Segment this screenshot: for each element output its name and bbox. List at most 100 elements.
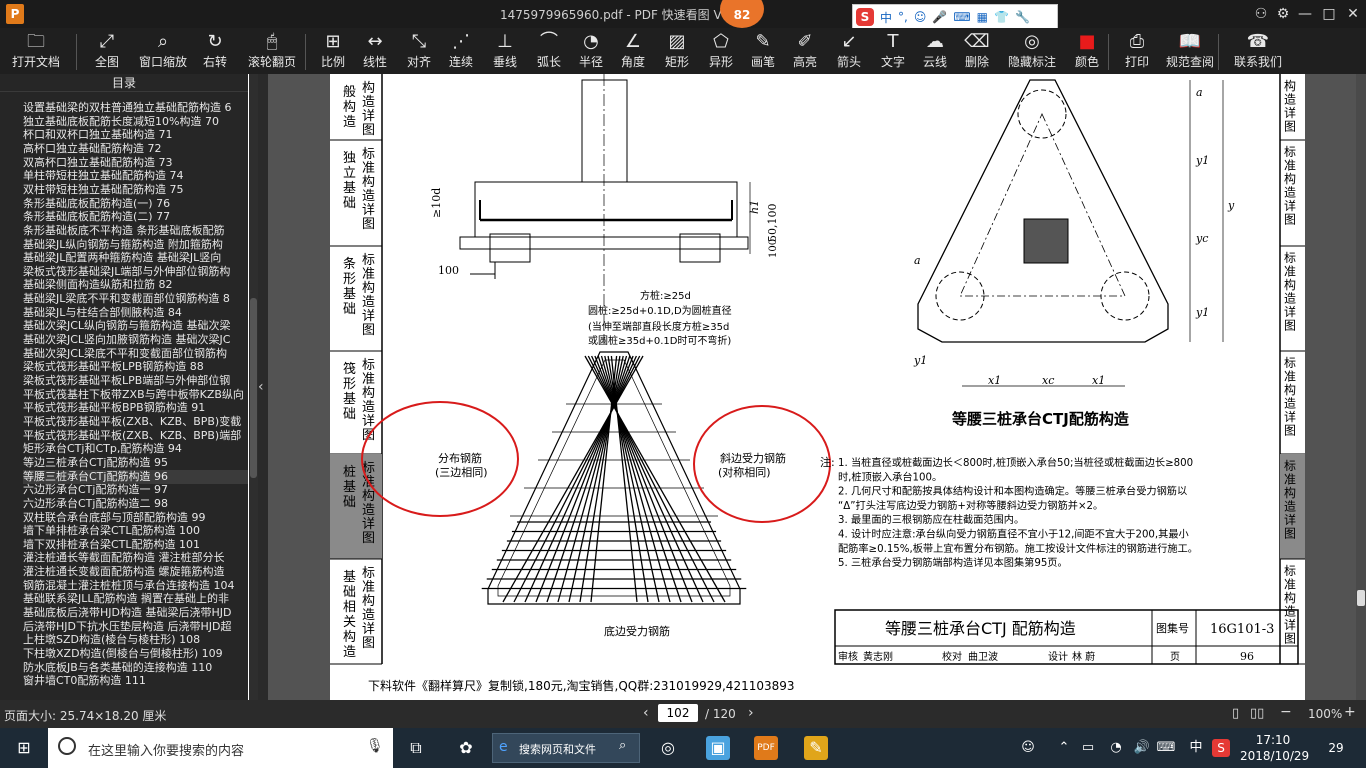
settings-icon[interactable]: ⚙ <box>1272 4 1294 24</box>
next-page-button[interactable]: › <box>748 705 754 721</box>
ime-mode[interactable]: 中 <box>880 9 892 26</box>
toc-item[interactable]: 上柱墩SZD构造(棱台与棱柱形) 108 <box>23 633 248 647</box>
toolbar-zoom-button[interactable]: ⌕ 窗口缩放 <box>136 30 190 72</box>
toc-item[interactable]: 基础联系梁JLL配筋构造 搁置在基础上的非 <box>23 592 248 606</box>
toolbar-scale-button[interactable]: ⊞ 比例 <box>318 30 348 72</box>
toc-item[interactable]: 高杯口独立基础配筋构造 72 <box>23 142 248 156</box>
toc-item[interactable]: 条形基础底板配筋构造(二) 77 <box>23 210 248 224</box>
toc-item[interactable]: 梁板式筏形基础梁JL端部与外伸部位钢筋构 <box>23 265 248 279</box>
chrome-icon[interactable]: ◎ <box>656 736 680 760</box>
close-button[interactable]: ✕ <box>1342 4 1364 24</box>
toc-item[interactable]: 双高杯口独立基础配筋构造 73 <box>23 156 248 170</box>
zoom-in-button[interactable]: + <box>1344 704 1356 720</box>
toc-item[interactable]: 墙下单排桩承台梁CTL配筋构造 100 <box>23 524 248 538</box>
zoom-out-button[interactable]: − <box>1280 704 1292 720</box>
toolbar-rectangle-button[interactable]: ▨ 矩形 <box>662 30 692 72</box>
emoji-icon[interactable]: ☺ <box>914 10 927 24</box>
collapse-sidebar-button[interactable]: ‹ <box>258 74 268 700</box>
mic-icon[interactable]: 🎤 <box>932 10 947 24</box>
keyboard-icon[interactable]: ⌨ <box>953 10 970 24</box>
notification-center-icon[interactable]: 29 <box>1324 736 1348 760</box>
toc-item[interactable]: 基础底板后浇带HJD构造 基础梁后浇带HJD <box>23 606 248 620</box>
toolbar-support-button[interactable]: ☎ 联系我们 <box>1232 30 1284 72</box>
toc-item[interactable]: 基础次梁JCL竖向加腋钢筋构造 基础次梁JC <box>23 333 248 347</box>
toc-item[interactable]: 杯口和双杯口独立基础构造 71 <box>23 128 248 142</box>
toc-item[interactable]: 下柱墩XZD构造(倒棱台与倒棱柱形) 109 <box>23 647 248 661</box>
page-scroll-thumb[interactable] <box>1357 590 1365 606</box>
battery-icon[interactable]: ▭ <box>1076 736 1100 760</box>
toc-item[interactable]: 矩形承台CTj和CTp,配筋构造 94 <box>23 442 248 456</box>
toc-item[interactable]: 基础次梁JCL梁底不平和变截面部位钢筋构 <box>23 347 248 361</box>
ime-punct[interactable]: °, <box>898 10 908 24</box>
double-page-icon[interactable]: ▯▯ <box>1250 706 1264 721</box>
toc-item[interactable]: 六边形承台CTj配筋构造二 98 <box>23 497 248 511</box>
toolbar-mouse-button[interactable]: 🖱 滚轮翻页 <box>246 30 298 72</box>
skin-icon[interactable]: 👕 <box>994 10 1009 24</box>
toolbar-arc-button[interactable]: ⌒ 弧长 <box>534 30 564 72</box>
toolbar-pen-button[interactable]: ✎ 画笔 <box>748 30 778 72</box>
toc-item[interactable]: 平板式筏形基础平板(ZXB、KZB、BPB)端部 <box>23 429 248 443</box>
toc-item[interactable]: 防水底板JB与各类基础的连接构造 110 <box>23 661 248 675</box>
toc-item[interactable]: 后浇带HJD下抗水压垫层构造 后浇带HJD超 <box>23 620 248 634</box>
toc-item[interactable]: 梁板式筏形基础平板LPB钢筋构造 88 <box>23 360 248 374</box>
toc-item[interactable]: 平板式筏形基础平板BPB钢筋构造 91 <box>23 401 248 415</box>
toolbar-align-button[interactable]: ⤡ 对齐 <box>404 30 434 72</box>
keyboard-icon[interactable]: ⌨ <box>1154 736 1178 760</box>
page-scrollbar[interactable] <box>1356 74 1366 700</box>
document-viewport[interactable]: 般构造构造详图独立基础标准构造详图条形基础标准构造详图筏形基础标准构造详图桩基础… <box>268 74 1356 700</box>
toolbar-folder-button[interactable]: 🗀 打开文档 <box>8 30 64 72</box>
toc-item[interactable]: 基础梁JL与柱结合部侧腋构造 84 <box>23 306 248 320</box>
minimize-button[interactable]: — <box>1294 4 1316 24</box>
toolbar-book-button[interactable]: 📖 规范查阅 <box>1164 30 1216 72</box>
lang-indicator[interactable]: 中 <box>1184 736 1208 760</box>
notes-app-icon[interactable]: ✎ <box>804 736 828 760</box>
notification-badge[interactable]: 82 <box>720 0 764 28</box>
toc-item[interactable]: 梁板式筏形基础平板LPB端部与外伸部位钢 <box>23 374 248 388</box>
toolbar-rotate-button[interactable]: ↻ 右转 <box>200 30 230 72</box>
toolbar-text-button[interactable]: T 文字 <box>878 30 908 72</box>
toolbar-printer-button[interactable]: ⎙ 打印 <box>1122 30 1152 72</box>
toc-item[interactable]: 条形基础底板配筋构造(一) 76 <box>23 197 248 211</box>
toc-item[interactable]: 基础梁JL配置两种箍筋构造 基础梁JL竖向 <box>23 251 248 265</box>
toolbar-radius-button[interactable]: ◔ 半径 <box>576 30 606 72</box>
toc-item[interactable]: 基础梁JL梁底不平和变截面部位钢筋构造 8 <box>23 292 248 306</box>
wifi-icon[interactable]: ◔ <box>1104 736 1128 760</box>
people-icon[interactable]: ☺ <box>1016 736 1040 760</box>
toolbar-highlight-button[interactable]: ✐ 高亮 <box>790 30 820 72</box>
toolbar-cloud-button[interactable]: ☁ 云线 <box>920 30 950 72</box>
toolbar-fullscreen-button[interactable]: ⤢ 全图 <box>92 30 122 72</box>
toolbar-eye-hide-button[interactable]: ◎ 隐藏标注 <box>1006 30 1058 72</box>
toc-item[interactable]: 双柱带短柱独立基础配筋构造 75 <box>23 183 248 197</box>
edge-search-box[interactable]: e 搜索网页和文件 ⌕ <box>492 733 640 763</box>
toc-item[interactable]: 等腰三桩承台CTj配筋构造 96 <box>23 469 248 484</box>
toolbar-color-swatch-button[interactable]: ■ 颜色 <box>1072 30 1102 72</box>
toc-item[interactable]: 钢筋混凝土灌注桩桩顶与承台连接构造 104 <box>23 579 248 593</box>
clock[interactable]: 17:10 2018/10/29 <box>1240 732 1309 764</box>
toc-scroll-thumb[interactable] <box>250 298 257 478</box>
toc-item[interactable]: 平板式筏基柱下板带ZXB与跨中板带KZB纵向 <box>23 388 248 402</box>
toc-item[interactable]: 等边三桩承台CTj配筋构造 95 <box>23 456 248 470</box>
toc-item[interactable]: 六边形承台CTj配筋构造一 97 <box>23 483 248 497</box>
toc-item[interactable]: 窗井墙CT0配筋构造 111 <box>23 674 248 688</box>
sogou-tray-icon[interactable]: S <box>1212 739 1230 757</box>
toc-item[interactable]: 条形基础板底不平构造 条形基础底板配筋 <box>23 224 248 238</box>
toc-item[interactable]: 独立基础底板配筋长度减短10%构造 70 <box>23 115 248 129</box>
toc-item[interactable]: 墙下双排桩承台梁CTL配筋构造 101 <box>23 538 248 552</box>
toolbar-continuous-button[interactable]: ⋰ 连续 <box>446 30 476 72</box>
toc-item[interactable]: 基础次梁JCL纵向钢筋与箍筋构造 基础次梁 <box>23 319 248 333</box>
toolbar-eraser-button[interactable]: ⌫ 删除 <box>962 30 992 72</box>
toc-item[interactable]: 设置基础梁的双柱普通独立基础配筋构造 6 <box>23 101 248 115</box>
prev-page-button[interactable]: ‹ <box>643 705 649 721</box>
toc-item[interactable]: 基础梁侧面构造纵筋和拉筋 82 <box>23 278 248 292</box>
toolbar-polygon-button[interactable]: ⬠ 异形 <box>706 30 736 72</box>
toolbar-angle-button[interactable]: ∠ 角度 <box>618 30 648 72</box>
maximize-button[interactable]: □ <box>1318 4 1340 24</box>
toc-item[interactable]: 基础梁JL纵向钢筋与箍筋构造 附加箍筋构 <box>23 238 248 252</box>
volume-icon[interactable]: 🔊 <box>1130 736 1154 760</box>
toc-item[interactable]: 双柱联合承台底部与顶部配筋构造 99 <box>23 511 248 525</box>
store-app-icon[interactable]: ▣ <box>706 736 730 760</box>
grid-icon[interactable]: ▦ <box>977 10 988 24</box>
toolbar-arrow-button[interactable]: ↙ 箭头 <box>834 30 864 72</box>
wrench-icon[interactable]: 🔧 <box>1015 10 1030 24</box>
ime-toolbar[interactable]: S 中 °, ☺ 🎤 ⌨ ▦ 👕 🔧 <box>852 4 1058 30</box>
